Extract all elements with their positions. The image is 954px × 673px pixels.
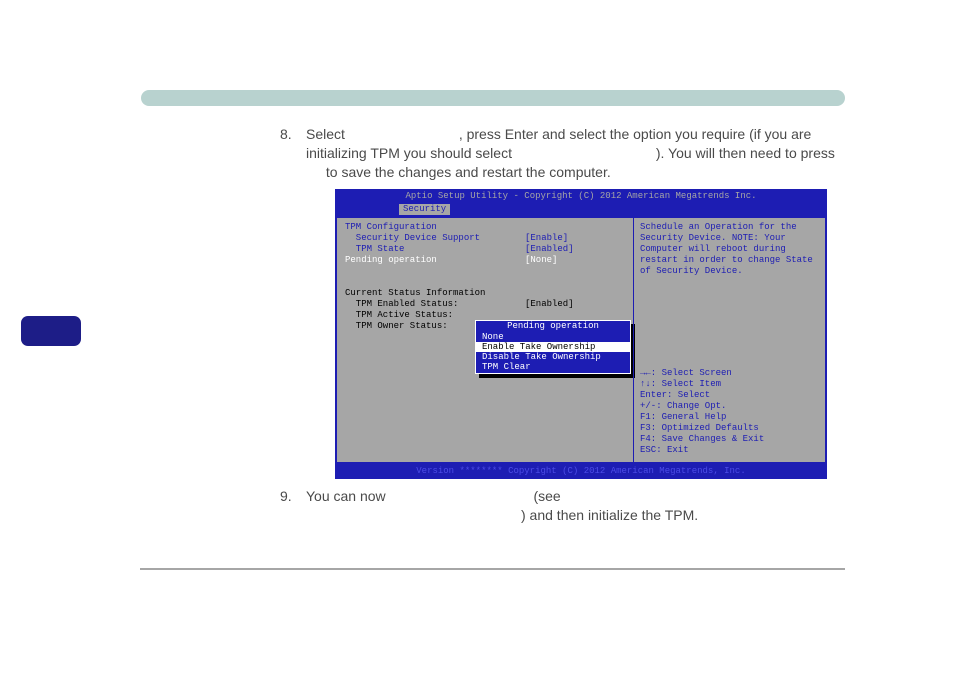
popup-option-none[interactable]: None [476,332,630,342]
bios-setup-figure: Aptio Setup Utility - Copyright (C) 2012… [335,189,827,477]
help-enter: Enter: Select [640,390,819,401]
step-8-text-c: ). You will then need to press [656,145,835,161]
help-change-opt: +/-: Change Opt. [640,401,819,412]
footer-rule [140,568,845,570]
step-9-text-c: ) and then initialize the TPM. [521,507,698,523]
step-9-text-b: (see [530,488,561,504]
popup-title: Pending operation [476,321,630,332]
step-8: 8. Select , press Enter and select the o… [306,125,836,182]
popup-option-disable-take-ownership[interactable]: Disable Take Ownership [476,352,630,362]
popup-pending-operation: Pending operation None Enable Take Owner… [475,320,631,374]
bios-title-bar: Aptio Setup Utility - Copyright (C) 2012… [335,189,827,204]
help-f4: F4: Save Changes & Exit [640,434,819,445]
step-9-number: 9. [280,487,292,506]
step-8-text-d: to save the changes and restart the comp… [322,164,611,180]
bios-tab-row: Security [335,204,827,216]
opt-tpm-state[interactable]: TPM State [345,244,525,255]
step-8-text-a: Select [306,126,349,142]
heading-tpm-config: TPM Configuration [345,222,637,233]
side-page-thumb [21,316,81,346]
val-security-device-support: [Enable] [525,233,568,243]
help-select-screen: →←: Select Screen [640,368,819,379]
help-keys: →←: Select Screen ↑↓: Select Item Enter:… [634,368,825,456]
step-9: 9. You can now (see ) and then initializ… [306,487,836,525]
heading-current-status: Current Status Information [345,288,637,299]
page-header-bar [141,90,845,106]
help-select-item: ↑↓: Select Item [640,379,819,390]
val-pending-operation: [None] [525,255,557,265]
bios-right-pane: Schedule an Operation for the Security D… [633,218,825,462]
help-f1: F1: General Help [640,412,819,423]
opt-security-device-support[interactable]: Security Device Support [345,233,525,244]
step-8-number: 8. [280,125,292,144]
lbl-tpm-enabled-status: TPM Enabled Status: [345,299,525,310]
opt-pending-operation[interactable]: Pending operation [345,255,525,266]
option-description: Schedule an Operation for the Security D… [640,222,819,277]
val-tpm-state: [Enabled] [525,244,574,254]
bios-body: TPM Configuration Security Device Suppor… [335,216,827,464]
val-tpm-enabled-status: [Enabled] [525,299,574,309]
popup-option-tpm-clear[interactable]: TPM Clear [476,362,630,372]
step-9-text-a: You can now [306,488,390,504]
help-esc: ESC: Exit [640,445,819,456]
popup-option-enable-take-ownership[interactable]: Enable Take Ownership [476,342,630,352]
help-f3: F3: Optimized Defaults [640,423,819,434]
bios-left-pane: TPM Configuration Security Device Suppor… [337,218,645,470]
tab-security[interactable]: Security [399,204,450,215]
